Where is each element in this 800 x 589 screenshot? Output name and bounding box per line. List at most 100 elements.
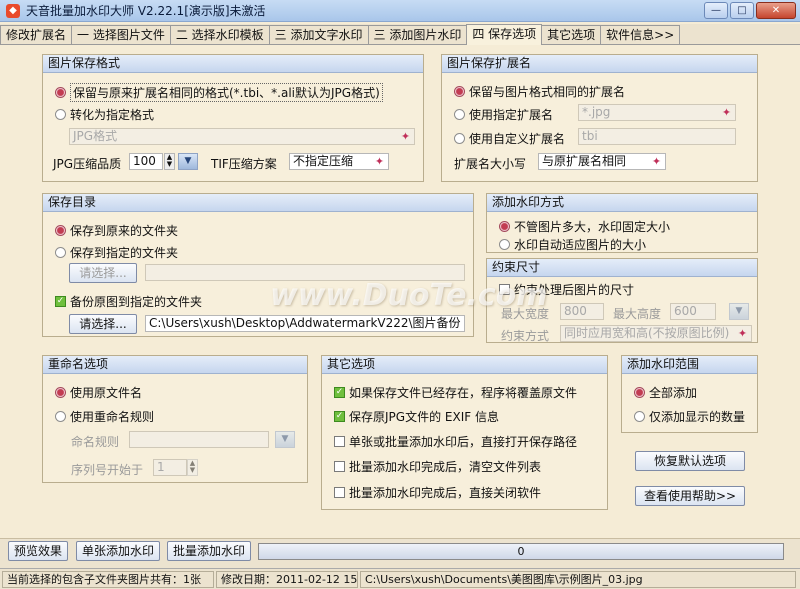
overwrite-checkbox[interactable]: ✓ [334, 387, 345, 398]
ext-case-select[interactable]: 与原扩展名相同 ✦ [538, 153, 666, 170]
clear-list-label: 批量添加水印完成后，清空文件列表 [349, 460, 542, 474]
range-all-option[interactable]: 全部添加 [634, 384, 697, 401]
rename-original-radio[interactable] [55, 387, 66, 398]
tab-select-template[interactable]: 二 选择水印模板 [169, 25, 270, 44]
keep-format-label: 保留与原来扩展名相同的格式(*.tbi、*.ali默认为JPG格式) [70, 83, 383, 102]
tab-select-images[interactable]: 一 选择图片文件 [71, 25, 171, 44]
jpg-quality-input[interactable]: 100 [129, 153, 163, 170]
wm-auto-option[interactable]: 水印自动适应图片的大小 [499, 236, 646, 253]
custom-ext-option[interactable]: 使用自定义扩展名 [454, 130, 565, 147]
image-format-panel: 图片保存格式 保留与原来扩展名相同的格式(*.tbi、*.ali默认为JPG格式… [42, 54, 424, 182]
view-help-button[interactable]: 查看使用帮助>> [635, 486, 745, 506]
single-watermark-button[interactable]: 单张添加水印 [76, 541, 160, 561]
exif-checkbox[interactable]: ✓ [334, 411, 345, 422]
wm-fixed-label: 不管图片多大，水印固定大小 [514, 220, 671, 234]
tab-modify-ext[interactable]: 修改扩展名 [0, 25, 73, 44]
rename-original-label: 使用原文件名 [70, 386, 143, 400]
save-specified-radio[interactable] [55, 247, 66, 258]
convert-format-option[interactable]: 转化为指定格式 [55, 106, 154, 123]
close-app-option[interactable]: 批量添加水印完成后，直接关闭软件 [334, 484, 541, 501]
backup-checkbox[interactable]: ✓ [55, 296, 66, 307]
max-height-input[interactable]: 600 [670, 303, 716, 320]
range-visible-option[interactable]: 仅添加显示的数量 [634, 408, 745, 425]
chevron-down-icon[interactable]: ▼ [178, 153, 198, 170]
keep-ext-label: 保留与图片格式相同的扩展名 [469, 85, 626, 99]
keep-format-option[interactable]: 保留与原来扩展名相同的格式(*.tbi、*.ali默认为JPG格式) [55, 83, 383, 102]
save-specified-option[interactable]: 保存到指定的文件夹 [55, 244, 178, 261]
progress-bar: 0 [258, 543, 784, 560]
clear-list-option[interactable]: 批量添加水印完成后，清空文件列表 [334, 458, 541, 475]
preview-button[interactable]: 预览效果 [8, 541, 68, 561]
save-specified-label: 保存到指定的文件夹 [70, 246, 179, 260]
custom-ext-input[interactable]: tbi [578, 128, 736, 145]
tab-save-options[interactable]: 四 保存选项 [466, 24, 543, 45]
choose-save-dir-button[interactable]: 请选择... [69, 263, 137, 283]
max-height-label: 最大高度 [613, 307, 662, 321]
chevron-down-icon[interactable]: ▼ [729, 303, 749, 320]
specified-ext-value: *.jpg [582, 105, 611, 119]
wm-auto-label: 水印自动适应图片的大小 [514, 238, 647, 252]
tab-image-watermark[interactable]: 三 添加图片水印 [367, 25, 468, 44]
tif-select[interactable]: 不指定压缩 ✦ [289, 153, 389, 170]
choose-backup-dir-button[interactable]: 请选择... [69, 314, 137, 334]
window-title: 天音批量加水印大师 V2.22.1[演示版]未激活 [26, 4, 266, 18]
exif-option[interactable]: ✓ 保存原JPG文件的 EXIF 信息 [334, 408, 499, 425]
tab-software-info[interactable]: 软件信息>> [600, 25, 681, 44]
wm-fixed-option[interactable]: 不管图片多大，水印固定大小 [499, 218, 670, 235]
convert-format-label: 转化为指定格式 [70, 108, 155, 122]
keep-format-radio[interactable] [55, 87, 66, 98]
rename-rule-input[interactable] [129, 431, 269, 448]
seq-start-input[interactable]: 1 [153, 459, 187, 476]
open-path-option[interactable]: 单张或批量添加水印后，直接打开保存路径 [334, 433, 577, 450]
constraint-title: 约束尺寸 [487, 259, 757, 277]
range-visible-radio[interactable] [634, 411, 645, 422]
rename-rule-option[interactable]: 使用重命名规则 [55, 408, 154, 425]
wm-auto-radio[interactable] [499, 239, 510, 250]
status-file-path: C:\Users\xush\Documents\美图图库\示例图片_03.jpg [360, 570, 796, 588]
status-image-count: 当前选择的包含子文件夹图片共有：1张 [2, 570, 214, 588]
image-ext-panel: 图片保存扩展名 保留与图片格式相同的扩展名 使用指定扩展名 *.jpg ✦ 使用… [441, 54, 758, 182]
chevron-down-icon[interactable]: ▼ [275, 431, 295, 448]
save-dir-title: 保存目录 [43, 194, 473, 212]
save-original-option[interactable]: 保存到原来的文件夹 [55, 222, 178, 239]
keep-ext-option[interactable]: 保留与图片格式相同的扩展名 [454, 83, 625, 100]
open-path-checkbox[interactable] [334, 436, 345, 447]
range-all-radio[interactable] [634, 387, 645, 398]
minimize-button[interactable]: — [704, 2, 728, 19]
specified-ext-label: 使用指定扩展名 [469, 108, 554, 122]
tab-text-watermark[interactable]: 三 添加文字水印 [268, 25, 369, 44]
image-ext-title: 图片保存扩展名 [442, 55, 757, 73]
backup-path-input[interactable]: C:\Users\xush\Desktop\AddwatermarkV222\图… [145, 315, 465, 332]
constraint-mode-label: 约束方式 [501, 329, 550, 343]
backup-option[interactable]: ✓ 备份原图到指定的文件夹 [55, 293, 202, 310]
range-title: 添加水印范围 [622, 356, 757, 374]
maximize-button[interactable]: □ [730, 2, 754, 19]
constraint-mode-select[interactable]: 同时应用宽和高(不按原图比例) ✦ [560, 325, 752, 342]
format-select-value: JPG格式 [73, 129, 118, 143]
status-modified-date: 修改日期：2011-02-12 15:52:02 [216, 570, 358, 588]
rename-rule-radio[interactable] [55, 411, 66, 422]
save-original-radio[interactable] [55, 225, 66, 236]
range-visible-label: 仅添加显示的数量 [649, 410, 746, 424]
seq-start-spinner[interactable]: ▲ ▼ [187, 459, 198, 476]
convert-format-radio[interactable] [55, 109, 66, 120]
max-width-input[interactable]: 800 [560, 303, 604, 320]
format-select[interactable]: JPG格式 ✦ [69, 128, 415, 145]
restore-defaults-button[interactable]: 恢复默认选项 [635, 451, 745, 471]
tab-other-options[interactable]: 其它选项 [541, 25, 602, 44]
wm-fixed-radio[interactable] [499, 221, 510, 232]
custom-ext-radio[interactable] [454, 133, 465, 144]
batch-watermark-button[interactable]: 批量添加水印 [167, 541, 251, 561]
keep-ext-radio[interactable] [454, 86, 465, 97]
overwrite-option[interactable]: ✓ 如果保存文件已经存在，程序将覆盖原文件 [334, 384, 577, 401]
specified-ext-radio[interactable] [454, 109, 465, 120]
ext-case-value: 与原扩展名相同 [542, 154, 627, 168]
clear-list-checkbox[interactable] [334, 461, 345, 472]
rename-original-option[interactable]: 使用原文件名 [55, 384, 142, 401]
close-button[interactable]: ✕ [756, 2, 796, 19]
specified-ext-select[interactable]: *.jpg ✦ [578, 104, 736, 121]
close-app-checkbox[interactable] [334, 487, 345, 498]
jpg-quality-spinner[interactable]: ▲ ▼ [164, 153, 175, 170]
status-bar: 当前选择的包含子文件夹图片共有：1张 修改日期：2011-02-12 15:52… [0, 568, 800, 589]
specified-ext-option[interactable]: 使用指定扩展名 [454, 106, 553, 123]
